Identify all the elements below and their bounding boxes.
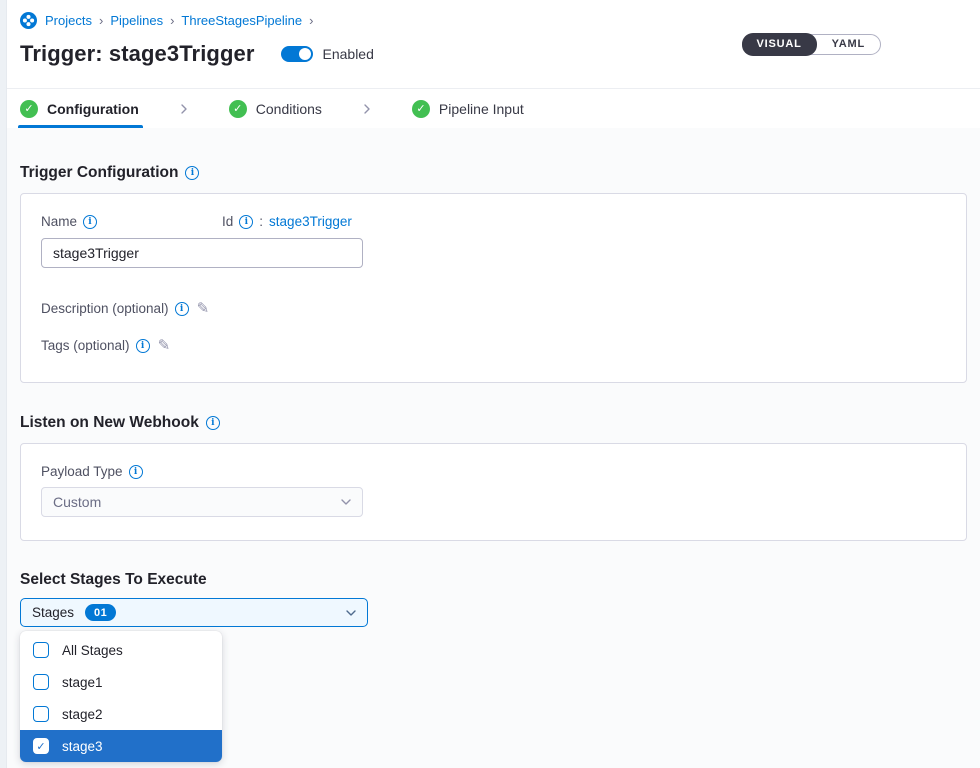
stage-option-label: stage3 [62, 739, 103, 754]
harness-project-icon [20, 12, 37, 29]
stage-option[interactable]: ✓ All Stages [20, 634, 222, 666]
tab-label: Conditions [256, 101, 322, 117]
tab-pipeline-input[interactable]: ✓ Pipeline Input [412, 89, 524, 128]
tab-conditions[interactable]: ✓ Conditions [229, 89, 322, 128]
edit-description-icon[interactable]: ✎ [197, 301, 210, 316]
section-title: Trigger Configuration [20, 164, 178, 182]
breadcrumb-separator: › [170, 13, 174, 28]
yaml-toggle-button[interactable]: YAML [817, 34, 880, 55]
description-field: Description (optional) i ✎ [41, 301, 946, 316]
page-header: Projects › Pipelines › ThreeStagesPipeli… [7, 0, 980, 88]
tab-label: Pipeline Input [439, 101, 524, 117]
payload-type-label: Payload Type i [41, 464, 946, 479]
id-value-link[interactable]: stage3Trigger [269, 214, 352, 229]
chevron-down-icon [346, 608, 356, 618]
label-text: Payload Type [41, 464, 123, 479]
payload-type-select[interactable]: Custom [41, 487, 363, 517]
checkbox[interactable]: ✓ [33, 706, 49, 722]
id-label: Id [222, 214, 233, 229]
breadcrumb-separator: › [99, 13, 103, 28]
trigger-name-input[interactable] [41, 238, 363, 268]
trigger-configuration-card: Name i Id i : stage3Trigger Description … [20, 193, 967, 383]
breadcrumb-link-pipelines[interactable]: Pipelines [110, 13, 163, 28]
info-icon[interactable]: i [185, 166, 199, 180]
stages-dropdown-label: Stages [32, 605, 74, 620]
enabled-toggle[interactable] [281, 46, 313, 62]
wizard-tabbar: ✓ Configuration ✓ Conditions ✓ Pipeline … [7, 88, 980, 128]
label-text: Description (optional) [41, 301, 169, 316]
tab-label: Configuration [47, 101, 139, 117]
edit-tags-icon[interactable]: ✎ [158, 338, 171, 353]
stage-option-label: All Stages [62, 643, 123, 658]
checkbox[interactable]: ✓ [33, 674, 49, 690]
stage-option-label: stage1 [62, 675, 103, 690]
stages-multiselect-dropdown[interactable]: Stages 01 [20, 598, 368, 627]
stage-option[interactable]: ✓ stage2 [20, 698, 222, 730]
trigger-configuration-heading: Trigger Configuration i [20, 164, 967, 182]
info-icon[interactable]: i [175, 302, 189, 316]
breadcrumb-link-pipeline-name[interactable]: ThreeStagesPipeline [181, 13, 302, 28]
label-text: Name [41, 214, 77, 229]
webhook-card: Payload Type i Custom [20, 443, 967, 541]
stage-option[interactable]: ✓ stage1 [20, 666, 222, 698]
enabled-toggle-label: Enabled [323, 46, 374, 62]
checkbox[interactable]: ✓ [33, 738, 49, 754]
breadcrumb-separator: › [309, 13, 313, 28]
check-circle-icon: ✓ [20, 100, 38, 118]
chevron-down-icon [341, 497, 351, 507]
checkbox[interactable]: ✓ [33, 642, 49, 658]
id-colon: : [259, 214, 263, 229]
breadcrumb-link-projects[interactable]: Projects [45, 13, 92, 28]
webhook-heading: Listen on New Webhook i [20, 414, 967, 432]
description-label: Description (optional) i [41, 301, 189, 316]
collapsed-sidebar-strip [0, 0, 7, 768]
tags-field: Tags (optional) i ✎ [41, 338, 946, 353]
check-circle-icon: ✓ [229, 100, 247, 118]
info-icon[interactable]: i [239, 215, 253, 229]
configuration-panel: Trigger Configuration i Name i Id i : st… [7, 164, 980, 762]
toggle-knob [299, 48, 311, 60]
label-text: Tags (optional) [41, 338, 130, 353]
id-display: Id i : stage3Trigger [222, 214, 352, 229]
chevron-right-icon [179, 89, 189, 128]
selected-count-badge: 01 [85, 604, 116, 621]
payload-type-value: Custom [53, 494, 101, 510]
stages-dropdown-menu: ✓ All Stages ✓ stage1 ✓ stage2 ✓ stage3 [20, 631, 222, 762]
check-circle-icon: ✓ [412, 100, 430, 118]
stage-option-label: stage2 [62, 707, 103, 722]
tab-configuration[interactable]: ✓ Configuration [20, 89, 139, 128]
info-icon[interactable]: i [136, 339, 150, 353]
info-icon[interactable]: i [206, 416, 220, 430]
chevron-right-icon [362, 89, 372, 128]
visual-yaml-toggle: VISUAL YAML [742, 34, 882, 55]
select-stages-heading: Select Stages To Execute [20, 571, 967, 589]
trigger-wizard-page: Projects › Pipelines › ThreeStagesPipeli… [7, 0, 980, 768]
info-icon[interactable]: i [129, 465, 143, 479]
visual-toggle-button[interactable]: VISUAL [742, 33, 817, 56]
stage-option[interactable]: ✓ stage3 [20, 730, 222, 762]
info-icon[interactable]: i [83, 215, 97, 229]
page-title: Trigger: stage3Trigger [20, 41, 255, 67]
tags-label: Tags (optional) i [41, 338, 150, 353]
name-field-label: Name i [41, 214, 97, 229]
section-title: Listen on New Webhook [20, 414, 199, 432]
breadcrumb: Projects › Pipelines › ThreeStagesPipeli… [20, 12, 980, 29]
section-title: Select Stages To Execute [20, 571, 207, 589]
